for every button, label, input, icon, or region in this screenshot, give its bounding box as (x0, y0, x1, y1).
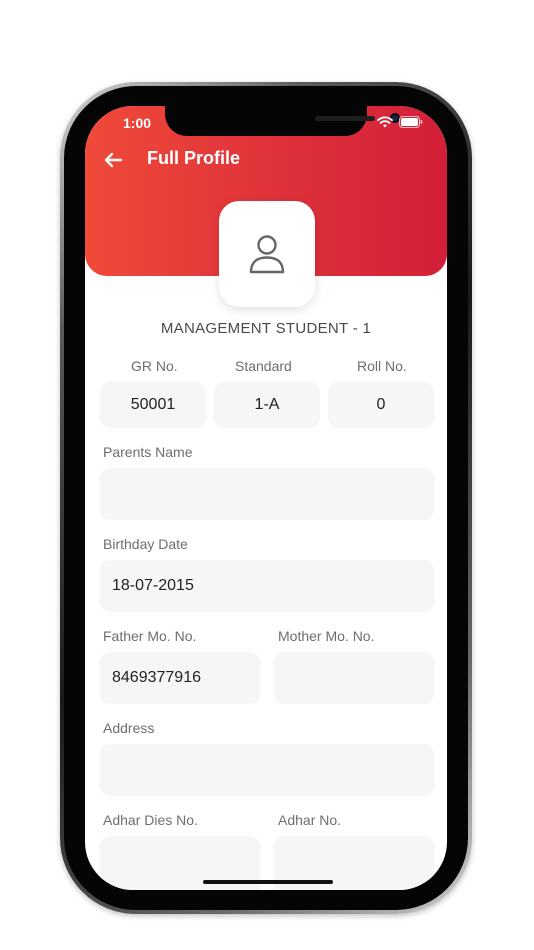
birthday-date-field[interactable]: 18-07-2015 (100, 560, 434, 612)
father-mo-no-label: Father Mo. No. (103, 628, 197, 644)
user-outline-icon (249, 235, 285, 274)
adhar-dies-no-label: Adhar Dies No. (103, 812, 198, 828)
wifi-icon (377, 116, 393, 128)
standard-field[interactable]: 1-A (214, 382, 320, 428)
back-button[interactable] (101, 148, 125, 172)
address-label: Address (103, 720, 155, 736)
parents-name-field[interactable] (100, 468, 434, 520)
father-mo-no-field[interactable]: 8469377916 (100, 652, 260, 704)
birthday-date-label: Birthday Date (103, 536, 188, 552)
address-field[interactable] (100, 744, 434, 796)
speaker-grille (315, 116, 375, 121)
gr-no-field[interactable]: 50001 (100, 382, 206, 428)
battery-icon (399, 116, 423, 128)
parents-name-label: Parents Name (103, 444, 193, 460)
page-title: Full Profile (147, 148, 241, 168)
roll-no-label: Roll No. (357, 358, 407, 374)
status-time: 1:00 (123, 115, 152, 131)
phone-notch (165, 106, 400, 136)
roll-no-field[interactable]: 0 (328, 382, 434, 428)
adhar-no-label: Adhar No. (278, 812, 342, 828)
mother-mo-no-field[interactable] (274, 652, 434, 704)
arrow-left-icon (104, 152, 123, 168)
app-screen: 1:00 Full Profile MANAGEMENT STUDENT - 1… (85, 106, 447, 890)
mother-mo-no-label: Mother Mo. No. (278, 628, 375, 644)
home-indicator (203, 880, 333, 884)
avatar (219, 201, 315, 307)
standard-label: Standard (235, 358, 292, 374)
gr-no-label: GR No. (131, 358, 178, 374)
student-name: MANAGEMENT STUDENT - 1 (160, 320, 372, 337)
status-icons (377, 116, 423, 128)
